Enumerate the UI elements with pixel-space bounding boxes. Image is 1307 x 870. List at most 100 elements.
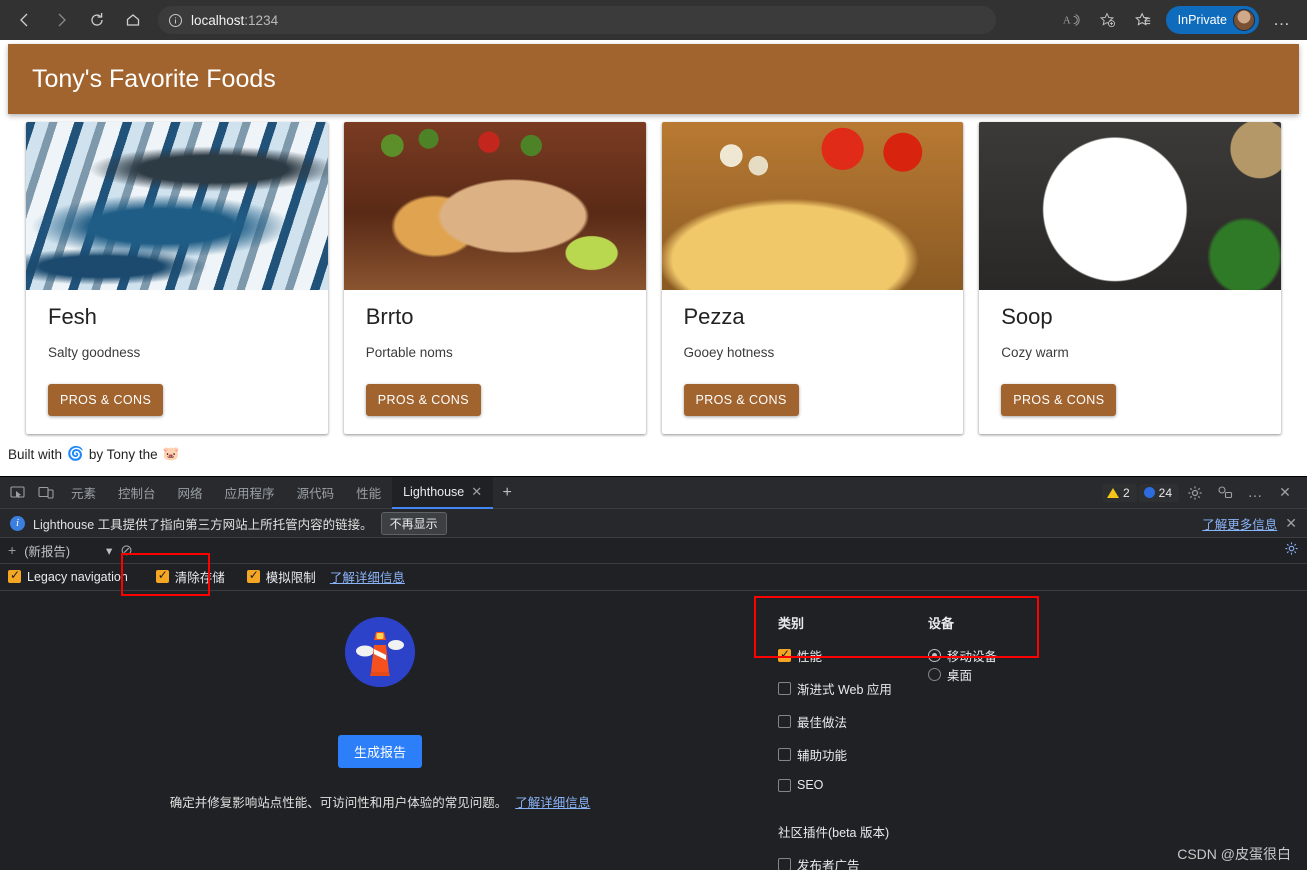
soup-photo — [979, 122, 1281, 290]
tab-console[interactable]: 控制台 — [107, 477, 167, 509]
category-best-practices-label: 最佳做法 — [797, 716, 848, 730]
device-header: 设备 — [928, 616, 955, 631]
pros-cons-button[interactable]: PROS & CONS — [48, 384, 164, 416]
svg-text:A: A — [1063, 15, 1071, 27]
footer-middle: by Tony the — [88, 446, 158, 462]
address-bar[interactable]: localhost:1234 — [158, 6, 996, 34]
checkbox-icon — [778, 748, 791, 761]
favorites-icon[interactable] — [1126, 5, 1160, 35]
pros-cons-button[interactable]: PROS & CONS — [1001, 384, 1117, 416]
category-pwa-checkbox[interactable]: 渐进式 Web 应用 — [778, 679, 928, 698]
card-title: Pezza — [683, 304, 745, 329]
radio-icon — [928, 668, 941, 681]
devtools-close-icon[interactable]: ✕ — [1271, 480, 1299, 506]
category-row: 辅助功能 — [778, 745, 1307, 764]
category-accessibility-checkbox[interactable]: 辅助功能 — [778, 745, 928, 764]
banner-text: Lighthouse 工具提供了指向第三方网站上所托管内容的链接。 — [33, 517, 373, 532]
options-learn-more-link[interactable]: 了解详细信息 — [330, 567, 405, 586]
info-dot-icon — [1143, 487, 1155, 498]
food-card[interactable]: Brrto Portable noms PROS & CONS — [343, 122, 646, 434]
burrito-photo — [343, 122, 646, 290]
home-icon[interactable] — [116, 5, 150, 35]
url-text: localhost:1234 — [191, 13, 278, 28]
info-icon: i — [10, 515, 25, 531]
checkbox-icon — [778, 647, 791, 662]
banner-learn-more-link[interactable]: 了解更多信息 — [1202, 514, 1277, 533]
devtools-status: 2 24 … ✕ — [1101, 480, 1303, 506]
food-card[interactable]: Soop Cozy warm PROS & CONS — [979, 122, 1281, 434]
device-toolbar-icon[interactable] — [32, 480, 60, 506]
plugin-publisher-ads-label: 发布者广告 — [797, 859, 860, 870]
back-icon[interactable] — [8, 5, 42, 35]
add-favorite-icon[interactable] — [1090, 5, 1124, 35]
banner-right: 了解更多信息 ✕ — [1202, 514, 1297, 533]
category-row: SEO — [778, 778, 1307, 792]
clear-storage-checkbox[interactable]: 清除存储 — [155, 567, 225, 586]
site-footer: Built with 🌀 by Tony the 🐷 — [0, 434, 1307, 462]
add-tab-icon[interactable]: + — [493, 480, 521, 506]
browser-toolbar: localhost:1234 A InPrivate … — [0, 0, 1307, 40]
card-title: Soop — [1001, 304, 1053, 329]
card-subtitle: Gooey hotness — [683, 345, 775, 360]
info-badge[interactable]: 24 — [1138, 483, 1179, 502]
category-pwa-label: 渐进式 Web 应用 — [797, 683, 892, 697]
plugin-publisher-ads-checkbox[interactable]: 发布者广告 — [778, 855, 928, 870]
tab-network[interactable]: 网络 — [167, 477, 214, 509]
start-description-text: 确定并修复影响站点性能、可访问性和用户体验的常见问题。 — [169, 796, 508, 810]
start-learn-more-link[interactable]: 了解详细信息 — [515, 792, 590, 811]
pros-cons-button[interactable]: PROS & CONS — [365, 384, 481, 416]
site-info-icon[interactable] — [168, 13, 183, 28]
food-card[interactable]: Pezza Gooey hotness PROS & CONS — [661, 122, 964, 434]
card-title: Brrto — [365, 304, 414, 329]
customize-devices-icon[interactable] — [1211, 480, 1239, 506]
forward-icon[interactable] — [44, 5, 78, 35]
lighthouse-info-banner: i Lighthouse 工具提供了指向第三方网站上所托管内容的链接。 不再显示… — [0, 509, 1307, 539]
banner-dismiss-button[interactable]: 不再显示 — [380, 511, 447, 535]
read-aloud-icon[interactable]: A — [1054, 5, 1088, 35]
card-title: Fesh — [48, 304, 97, 329]
new-report-icon[interactable]: + — [8, 542, 16, 558]
inprivate-badge[interactable]: InPrivate — [1165, 6, 1259, 34]
report-settings-gear-icon[interactable] — [1284, 541, 1299, 559]
warning-badge[interactable]: 2 — [1101, 483, 1137, 502]
category-seo-label: SEO — [797, 778, 824, 792]
reload-icon[interactable] — [80, 5, 114, 35]
tab-elements[interactable]: 元素 — [60, 477, 107, 509]
more-options-icon[interactable]: … — [1265, 5, 1299, 35]
start-column: 生成报告 确定并修复影响站点性能、可访问性和用户体验的常见问题。 了解详细信息 — [0, 591, 760, 870]
tab-performance[interactable]: 性能 — [345, 477, 392, 509]
clear-reports-icon[interactable]: ⊘ — [120, 541, 133, 559]
legacy-navigation-label: Legacy navigation — [27, 569, 128, 584]
tab-application[interactable]: 应用程序 — [214, 477, 286, 509]
category-seo-checkbox[interactable]: SEO — [778, 778, 928, 792]
pros-cons-button[interactable]: PROS & CONS — [683, 384, 799, 416]
chevron-down-icon: ▾ — [106, 543, 113, 558]
tab-lighthouse[interactable]: Lighthouse ✕ — [392, 476, 494, 509]
tab-sources[interactable]: 源代码 — [286, 477, 346, 509]
category-best-practices-checkbox[interactable]: 最佳做法 — [778, 712, 928, 731]
report-select[interactable]: (新报告) ▾ — [24, 541, 112, 560]
simulated-throttling-checkbox[interactable]: 模拟限制 — [246, 567, 316, 586]
watermark: CSDN @皮蛋很白 — [1177, 846, 1291, 862]
footer-prefix: Built with — [8, 446, 63, 462]
web-page: Tony's Favorite Foods Fesh Salty goodnes… — [0, 44, 1307, 476]
settings-gear-icon[interactable] — [1181, 480, 1209, 506]
category-performance-checkbox[interactable]: 性能 — [778, 646, 928, 665]
close-icon[interactable]: ✕ — [471, 484, 482, 500]
food-card[interactable]: Fesh Salty goodness PROS & CONS — [26, 122, 328, 434]
url-host: localhost — [191, 12, 245, 28]
checkbox-icon — [778, 715, 791, 728]
clear-storage-label: 清除存储 — [174, 571, 225, 586]
checkbox-icon — [778, 858, 791, 870]
checkbox-icon — [155, 568, 169, 584]
banner-close-icon[interactable]: ✕ — [1285, 515, 1297, 532]
legacy-navigation-checkbox[interactable]: Legacy navigation — [8, 568, 128, 584]
inspect-element-icon[interactable] — [4, 480, 32, 506]
generate-report-button[interactable]: 生成报告 — [337, 735, 422, 768]
category-accessibility-label: 辅助功能 — [797, 749, 848, 763]
checkbox-icon — [8, 568, 21, 584]
lighthouse-options-row: Legacy navigation 清除存储 模拟限制 了解详细信息 — [0, 552, 1307, 596]
browser-actions: A InPrivate … — [1054, 5, 1299, 35]
pizza-photo — [661, 122, 964, 290]
devtools-more-icon[interactable]: … — [1241, 480, 1269, 506]
